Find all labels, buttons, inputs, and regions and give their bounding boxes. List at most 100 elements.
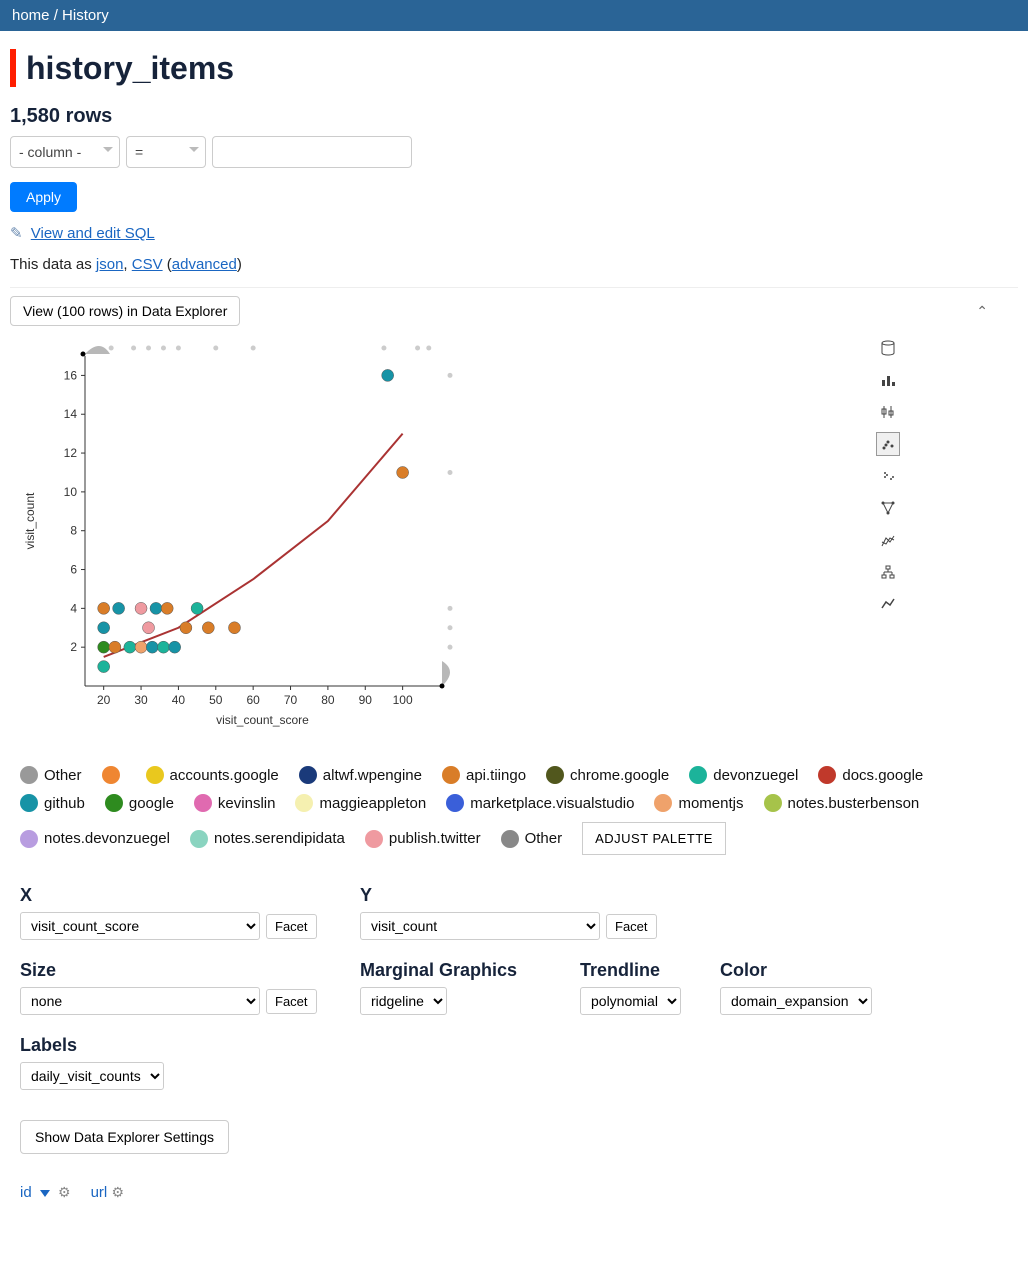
legend-dot	[146, 766, 164, 784]
legend-item[interactable]: notes.serendipidata	[190, 830, 345, 848]
legend-label: devonzuegel	[713, 767, 798, 784]
tool-network-icon[interactable]	[876, 496, 900, 520]
legend-item[interactable]: chrome.google	[546, 766, 669, 784]
legend-item[interactable]: altwf.wpengine	[299, 766, 422, 784]
show-settings-button[interactable]: Show Data Explorer Settings	[20, 1120, 229, 1154]
column-url-header[interactable]: url ⚙	[91, 1184, 124, 1201]
pencil-icon: ✎	[10, 225, 23, 242]
breadcrumb: home / History	[0, 0, 1028, 31]
legend-label: docs.google	[842, 767, 923, 784]
legend-dot	[654, 794, 672, 812]
legend-dot	[442, 766, 460, 784]
legend-item[interactable]: api.tiingo	[442, 766, 526, 784]
legend-label: notes.serendipidata	[214, 830, 345, 847]
legend-item[interactable]: notes.devonzuegel	[20, 830, 170, 848]
legend-item[interactable]: devonzuegel	[689, 766, 798, 784]
legend-dot	[446, 794, 464, 812]
svg-text:6: 6	[70, 563, 77, 577]
export-csv-link[interactable]: CSV	[132, 256, 163, 273]
trendline-select[interactable]: polynomial	[580, 987, 681, 1015]
size-facet-button[interactable]: Facet	[266, 989, 317, 1014]
apply-button[interactable]: Apply	[10, 182, 77, 212]
legend-label: Other	[525, 830, 563, 847]
breadcrumb-home[interactable]: home	[12, 7, 50, 24]
tool-line-icon[interactable]	[876, 592, 900, 616]
legend-dot	[546, 766, 564, 784]
legend-label: accounts.google	[170, 767, 279, 784]
legend-dot	[689, 766, 707, 784]
legend-item[interactable]: momentjs	[654, 794, 743, 812]
labels-label: Labels	[20, 1035, 340, 1056]
filter-op-select[interactable]: =	[126, 136, 206, 168]
legend-label: api.tiingo	[466, 767, 526, 784]
svg-text:80: 80	[321, 693, 335, 707]
legend-item[interactable]: github	[20, 794, 85, 812]
svg-text:10: 10	[64, 485, 78, 499]
x-facet-button[interactable]: Facet	[266, 914, 317, 939]
column-url-label: url	[91, 1184, 108, 1201]
svg-text:16: 16	[64, 368, 78, 382]
column-id-header[interactable]: id ⚙	[20, 1184, 71, 1201]
legend-label: marketplace.visualstudio	[470, 795, 634, 812]
view-in-explorer-button[interactable]: View (100 rows) in Data Explorer	[10, 296, 240, 326]
tool-parallel-icon[interactable]	[876, 528, 900, 552]
tool-bar-icon[interactable]	[876, 368, 900, 392]
tool-scatter-icon[interactable]	[876, 432, 900, 456]
collapse-chevron-icon[interactable]: ⌃	[976, 303, 988, 320]
legend-label: momentjs	[678, 795, 743, 812]
size-label: Size	[20, 960, 340, 981]
legend-dot	[194, 794, 212, 812]
legend-item[interactable]	[102, 766, 126, 784]
legend-dot	[20, 766, 38, 784]
y-facet-button[interactable]: Facet	[606, 914, 657, 939]
legend-item[interactable]: Other	[501, 830, 563, 848]
legend: Other accounts.google altwf.wpengine api.ti…	[10, 766, 1018, 855]
svg-text:20: 20	[97, 693, 111, 707]
legend-label: maggieappleton	[319, 795, 426, 812]
gear-icon[interactable]: ⚙	[111, 1184, 124, 1200]
svg-text:8: 8	[70, 524, 77, 538]
legend-item[interactable]: accounts.google	[146, 766, 279, 784]
svg-text:70: 70	[284, 693, 298, 707]
tool-database-icon[interactable]	[876, 336, 900, 360]
gear-icon[interactable]: ⚙	[58, 1184, 71, 1200]
legend-dot	[501, 830, 519, 848]
legend-item[interactable]: google	[105, 794, 174, 812]
color-label: Color	[720, 960, 880, 981]
y-select[interactable]: visit_count	[360, 912, 600, 940]
legend-item[interactable]: notes.busterbenson	[764, 794, 920, 812]
export-json-link[interactable]: json	[96, 256, 124, 273]
column-id-label: id	[20, 1184, 32, 1201]
view-edit-sql-link[interactable]: View and edit SQL	[31, 225, 155, 242]
tool-cluster-icon[interactable]	[876, 464, 900, 488]
legend-item[interactable]: maggieappleton	[295, 794, 426, 812]
filter-value-input[interactable]	[212, 136, 412, 168]
marginal-label: Marginal Graphics	[360, 960, 560, 981]
legend-dot	[818, 766, 836, 784]
color-select[interactable]: domain_expansion	[720, 987, 872, 1015]
legend-label: kevinslin	[218, 795, 276, 812]
legend-item[interactable]: marketplace.visualstudio	[446, 794, 634, 812]
legend-dot	[365, 830, 383, 848]
legend-item[interactable]: docs.google	[818, 766, 923, 784]
tool-candle-icon[interactable]	[876, 400, 900, 424]
filter-column-select[interactable]: - column -	[10, 136, 120, 168]
breadcrumb-sep: /	[54, 7, 58, 24]
labels-select[interactable]: daily_visit_counts	[20, 1062, 164, 1090]
legend-label: altwf.wpengine	[323, 767, 422, 784]
svg-text:14: 14	[64, 407, 78, 421]
marginal-select[interactable]: ridgeline	[360, 987, 447, 1015]
legend-item[interactable]: publish.twitter	[365, 830, 481, 848]
x-select[interactable]: visit_count_score	[20, 912, 260, 940]
legend-item[interactable]: kevinslin	[194, 794, 276, 812]
size-select[interactable]: none	[20, 987, 260, 1015]
adjust-palette-button[interactable]: ADJUST PALETTE	[582, 822, 726, 855]
x-label: X	[20, 885, 340, 906]
legend-item[interactable]: Other	[20, 766, 82, 784]
legend-label: Other	[44, 767, 82, 784]
legend-label: google	[129, 795, 174, 812]
export-advanced-link[interactable]: advanced	[172, 256, 237, 273]
tool-hierarchy-icon[interactable]	[876, 560, 900, 584]
trendline-label: Trendline	[580, 960, 700, 981]
legend-label: publish.twitter	[389, 830, 481, 847]
